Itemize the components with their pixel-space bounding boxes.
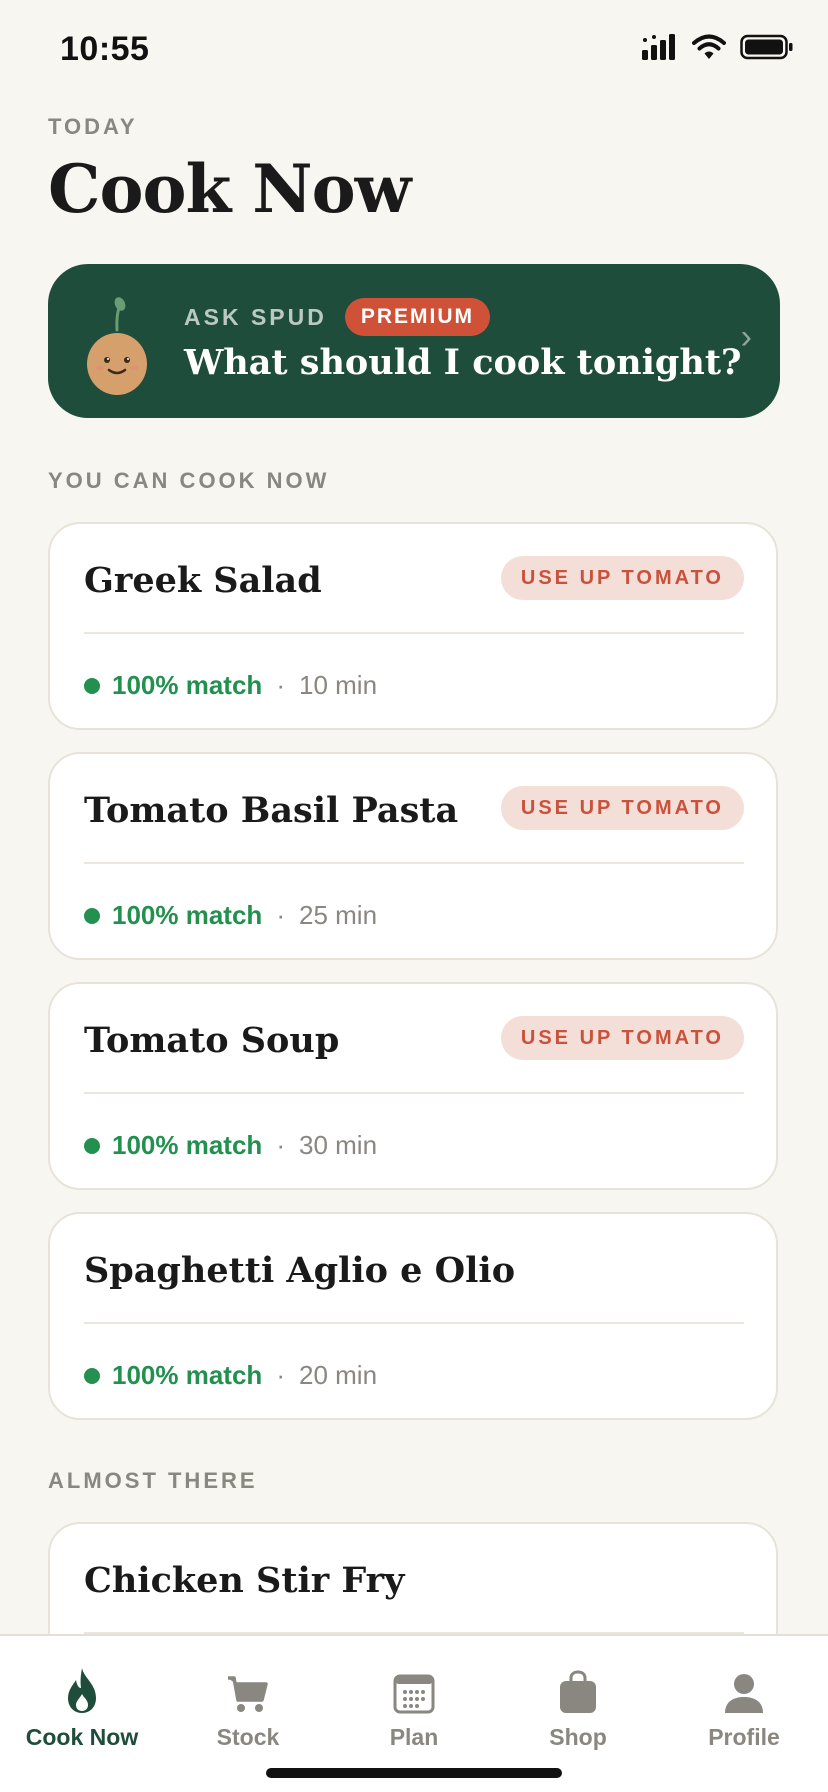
recipe-title: Tomato Soup <box>84 1020 340 1061</box>
match-dot-icon <box>84 1367 100 1384</box>
tab-label: Cook Now <box>25 1724 139 1750</box>
section-label-cook-now: YOU CAN COOK NOW <box>48 468 330 493</box>
meta-separator: · <box>276 670 285 700</box>
meta-separator: · <box>276 900 285 930</box>
match-dot-icon <box>84 677 100 694</box>
potato-mascot-icon <box>87 297 147 395</box>
recipe-title: Spaghetti Aglio e Olio <box>84 1250 516 1291</box>
status-bar: 10:55 <box>0 0 828 100</box>
match-percent: 100% match <box>112 670 263 700</box>
meta-separator: · <box>276 1130 285 1160</box>
recipe-card[interactable]: Spaghetti Aglio e Olio 100% match · 20 m… <box>48 1212 778 1420</box>
flame-icon <box>68 1668 96 1713</box>
match-percent: 100% match <box>112 900 263 930</box>
tab-profile[interactable]: Profile <box>664 1666 824 1751</box>
cook-time: 10 min <box>298 670 378 700</box>
recipe-meta: 100% match · 20 min <box>84 1360 377 1391</box>
ask-spud-label: ASK SPUD <box>184 303 327 330</box>
status-time: 10:55 <box>60 30 150 68</box>
tab-stock[interactable]: Stock <box>168 1666 328 1751</box>
recipe-title: Greek Salad <box>84 560 322 601</box>
cook-time: 20 min <box>298 1360 378 1390</box>
cook-time: 25 min <box>298 900 378 930</box>
recipe-card[interactable]: Tomato Soup USE UP TOMATO 100% match · 3… <box>48 982 778 1190</box>
person-icon <box>725 1674 763 1713</box>
battery-icon <box>740 34 793 60</box>
cart-icon <box>228 1676 268 1712</box>
card-divider <box>84 1322 744 1324</box>
recipe-meta: 100% match · 30 min <box>84 1130 377 1161</box>
match-percent: 100% match <box>112 1360 263 1390</box>
cellular-signal-icon <box>642 34 675 60</box>
meta-separator: · <box>276 1360 285 1390</box>
chevron-right-icon: › <box>740 318 752 356</box>
cook-time: 30 min <box>298 1130 378 1160</box>
use-up-tag: USE UP TOMATO <box>500 786 744 830</box>
recipe-title: Tomato Basil Pasta <box>84 790 459 831</box>
recipe-meta: 100% match · 10 min <box>84 670 377 701</box>
tab-cook-now[interactable]: Cook Now <box>2 1666 162 1751</box>
home-indicator <box>266 1768 562 1778</box>
tab-plan[interactable]: Plan <box>334 1666 494 1751</box>
tab-shop[interactable]: Shop <box>498 1666 658 1751</box>
tab-label: Stock <box>216 1724 280 1750</box>
recipe-meta: 100% match · 25 min <box>84 900 377 931</box>
page-title: Cook Now <box>48 150 411 228</box>
tab-label: Shop <box>549 1724 607 1750</box>
status-icons <box>642 34 794 60</box>
recipe-card[interactable]: Greek Salad USE UP TOMATO 100% match · 1… <box>48 522 778 730</box>
use-up-tag: USE UP TOMATO <box>500 556 744 600</box>
tab-label: Plan <box>389 1724 439 1750</box>
match-dot-icon <box>84 907 100 924</box>
ask-spud-banner[interactable]: ASK SPUD PREMIUM What should I cook toni… <box>48 264 780 418</box>
card-divider <box>84 632 744 634</box>
card-divider <box>84 862 744 864</box>
section-label-almost-there: ALMOST THERE <box>48 1468 258 1493</box>
recipe-card[interactable]: Tomato Basil Pasta USE UP TOMATO 100% ma… <box>48 752 778 960</box>
match-percent: 100% match <box>112 1130 263 1160</box>
tab-label: Profile <box>708 1724 780 1750</box>
use-up-tag: USE UP TOMATO <box>500 1016 744 1060</box>
spud-question: What should I cook tonight? <box>184 342 742 383</box>
premium-badge: PREMIUM <box>344 298 491 336</box>
tab-bar: Cook Now Stock Plan Shop Profile <box>0 1634 828 1792</box>
card-divider <box>84 1092 744 1094</box>
bag-icon <box>560 1670 596 1713</box>
wifi-icon <box>692 34 726 59</box>
calendar-icon <box>393 1674 435 1714</box>
match-dot-icon <box>84 1137 100 1154</box>
recipe-title: Chicken Stir Fry <box>84 1560 405 1601</box>
page-eyebrow: TODAY <box>48 114 138 139</box>
